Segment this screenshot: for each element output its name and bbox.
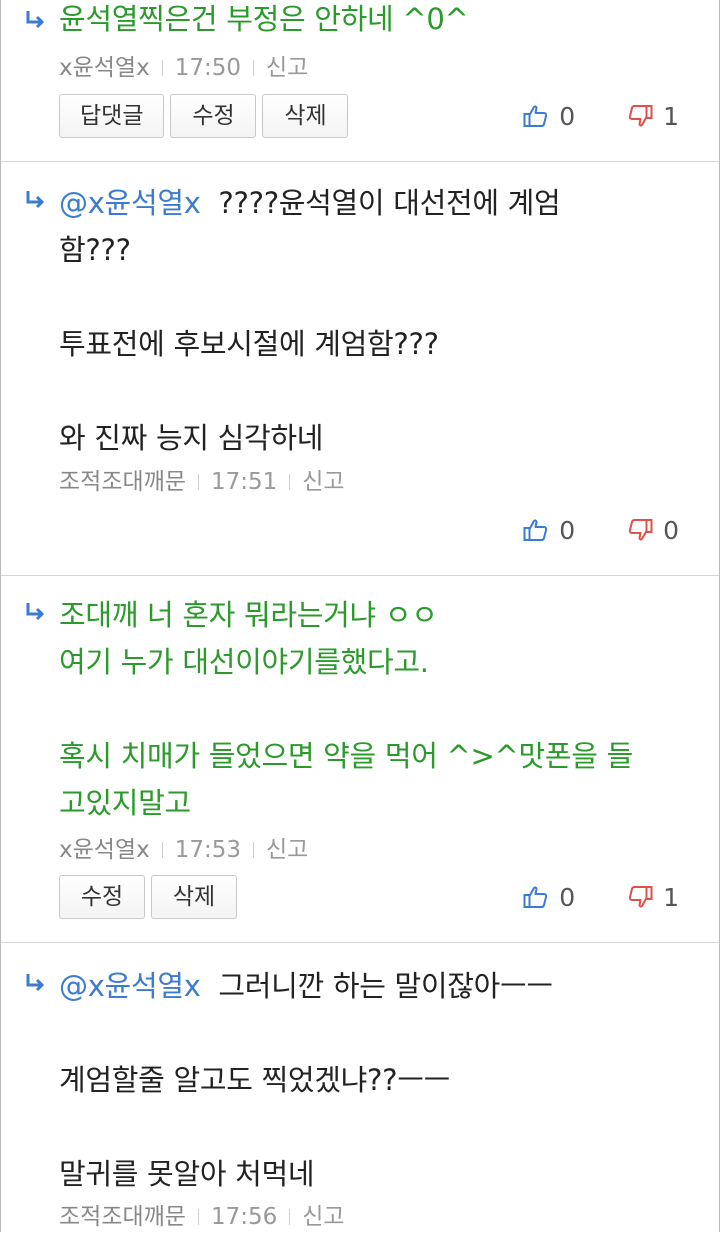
- meta-divider: [161, 842, 163, 858]
- reply-arrow-icon: [23, 188, 47, 212]
- comment-actions: 수정 삭제 0 1: [1, 875, 719, 935]
- delete-button[interactable]: 삭제: [262, 94, 349, 138]
- reply-arrow-icon: [23, 8, 47, 32]
- comment-meta: x윤석열x 17:53 신고: [59, 832, 308, 868]
- reply-arrow-icon: [23, 971, 47, 995]
- meta-divider: [197, 474, 199, 490]
- like-count: 0: [559, 101, 576, 131]
- meta-divider: [253, 842, 254, 858]
- meta-divider: [289, 474, 291, 490]
- meta-divider: [253, 60, 254, 76]
- report-link[interactable]: 신고: [266, 832, 308, 868]
- thumbs-up-icon: [523, 104, 549, 128]
- comment-buttons: 수정 삭제: [59, 875, 237, 919]
- comment-author[interactable]: 조적조대깨문: [59, 464, 186, 500]
- mention-link[interactable]: @x윤석열x: [59, 186, 201, 220]
- comment-item: 윤석열찍은건 부정은 안하네 ^0^ x윤석열x 17:50 신고 답댓글 수정…: [1, 0, 719, 162]
- comment-time: 17:50: [174, 55, 241, 81]
- delete-button[interactable]: 삭제: [151, 875, 237, 919]
- comment-item: @x윤석열x 그러니깐 하는 말이잖아ㅡㅡ 계엄할줄 알고도 찍었겠냐??ㅡㅡ …: [1, 943, 719, 1232]
- comment-text: 조대깨 너 혼자 뭐라는거냐 ㅇㅇ 여기 누가 대선이야기를했다고. 혹시 치매…: [59, 598, 633, 820]
- comment-time: 17:51: [210, 469, 278, 495]
- vote-group: 0 1: [523, 94, 679, 138]
- like-button[interactable]: 0: [523, 102, 575, 131]
- meta-divider: [161, 60, 163, 76]
- comment-item: @x윤석열x ????윤석열이 대선전에 계엄 함??? 투표전에 후보시절에 …: [1, 162, 719, 576]
- edit-button[interactable]: 수정: [59, 875, 145, 919]
- comment-text-content: ????윤석열이 대선전에 계엄 함??? 투표전에 후보시절에 계엄함??? …: [59, 186, 561, 455]
- comment-author[interactable]: x윤석열x: [59, 50, 150, 86]
- comment-thread: 윤석열찍은건 부정은 안하네 ^0^ x윤석열x 17:50 신고 답댓글 수정…: [1, 0, 719, 1232]
- edit-button[interactable]: 수정: [170, 94, 257, 138]
- comment-actions: 0 0: [1, 508, 719, 568]
- meta-divider: [289, 1209, 291, 1225]
- vote-group: 0 0: [523, 508, 679, 552]
- thumbs-down-icon: [627, 104, 653, 128]
- dislike-button[interactable]: 1: [627, 102, 679, 131]
- thumbs-up-icon: [523, 518, 549, 542]
- dislike-button[interactable]: 1: [627, 883, 679, 912]
- thumbs-up-icon: [523, 885, 549, 909]
- comment-text: 윤석열찍은건 부정은 안하네 ^0^: [59, 2, 469, 36]
- dislike-count: 1: [663, 882, 679, 912]
- comment-buttons: 답댓글 수정 삭제: [59, 94, 349, 138]
- like-count: 0: [559, 515, 576, 545]
- reply-arrow-icon: [23, 600, 47, 624]
- reply-button[interactable]: 답댓글: [59, 94, 165, 138]
- comment-text: @x윤석열x 그러니깐 하는 말이잖아ㅡㅡ 계엄할줄 알고도 찍었겠냐??ㅡㅡ …: [59, 963, 553, 1198]
- vote-group: 0 1: [523, 875, 679, 919]
- dislike-count: 0: [663, 515, 679, 545]
- like-count: 0: [559, 882, 576, 912]
- comment-text: @x윤석열x ????윤석열이 대선전에 계엄 함??? 투표전에 후보시절에 …: [59, 180, 561, 462]
- report-link[interactable]: 신고: [266, 50, 308, 86]
- thumbs-down-icon: [627, 885, 653, 909]
- comment-actions: 답댓글 수정 삭제 0 1: [1, 94, 719, 154]
- comment-author[interactable]: x윤석열x: [59, 832, 150, 868]
- report-link[interactable]: 신고: [302, 464, 344, 500]
- comment-author[interactable]: 조적조대깨문: [59, 1199, 186, 1235]
- comment-time: 17:56: [210, 1204, 278, 1230]
- comment-meta: x윤석열x 17:50 신고: [59, 50, 308, 86]
- report-link[interactable]: 신고: [302, 1199, 344, 1235]
- comment-time: 17:53: [174, 837, 241, 863]
- like-button[interactable]: 0: [523, 516, 575, 545]
- comment-meta: 조적조대깨문 17:56 신고: [59, 1199, 345, 1235]
- comment-item: 조대깨 너 혼자 뭐라는거냐 ㅇㅇ 여기 누가 대선이야기를했다고. 혹시 치매…: [1, 576, 719, 943]
- meta-divider: [197, 1209, 199, 1225]
- dislike-count: 1: [663, 101, 679, 131]
- dislike-button[interactable]: 0: [627, 516, 679, 545]
- mention-link[interactable]: @x윤석열x: [59, 969, 201, 1003]
- like-button[interactable]: 0: [523, 883, 575, 912]
- comment-meta: 조적조대깨문 17:51 신고: [59, 464, 345, 500]
- thumbs-down-icon: [627, 518, 653, 542]
